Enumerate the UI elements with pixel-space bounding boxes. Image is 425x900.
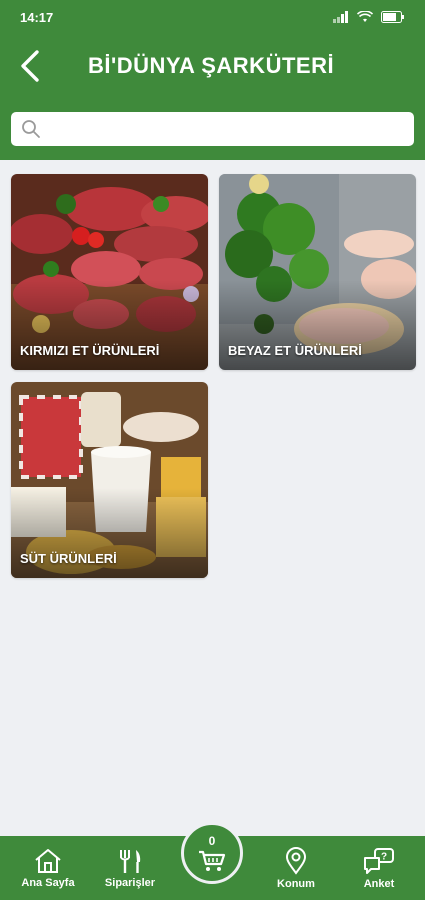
survey-chat-icon: ? — [364, 847, 394, 874]
search-input[interactable] — [49, 114, 414, 144]
back-button[interactable] — [0, 34, 60, 98]
nav-home[interactable]: Ana Sayfa — [8, 836, 88, 900]
nav-survey[interactable]: ? Anket — [339, 836, 419, 900]
search-icon — [22, 120, 40, 138]
bottom-navigation: Ana Sayfa Siparişler 0 Konum ? Anket — [0, 822, 425, 900]
nav-survey-label: Anket — [363, 877, 395, 890]
nav-orders-label: Siparişler — [104, 876, 156, 889]
search-bar — [0, 98, 425, 160]
category-card-white-meat[interactable]: BEYAZ ET ÜRÜNLERİ — [219, 174, 416, 370]
nav-home-label: Ana Sayfa — [21, 876, 75, 889]
category-label: KIRMIZI ET ÜRÜNLERİ — [20, 343, 160, 358]
page-title: Bİ'DÜNYA ŞARKÜTERİ — [88, 53, 335, 78]
svg-text:?: ? — [381, 851, 387, 862]
category-card-dairy[interactable]: SÜT ÜRÜNLERİ — [11, 382, 208, 578]
cart-count-badge: 0 — [208, 834, 216, 848]
category-label: SÜT ÜRÜNLERİ — [20, 551, 117, 566]
nav-location[interactable]: Konum — [256, 836, 336, 900]
category-card-red-meat[interactable]: KIRMIZI ET ÜRÜNLERİ — [11, 174, 208, 370]
cutlery-icon — [120, 849, 141, 873]
cart-button[interactable]: 0 — [181, 822, 243, 884]
status-bar: 14:17 — [0, 0, 425, 34]
nav-location-label: Konum — [277, 877, 315, 890]
cart-icon — [199, 850, 226, 871]
location-pin-icon — [285, 846, 307, 875]
status-time: 14:17 — [20, 9, 54, 25]
signal-icon — [333, 11, 348, 23]
wifi-icon — [357, 11, 373, 22]
home-icon — [35, 848, 61, 873]
search-box[interactable] — [11, 112, 414, 146]
status-icons — [333, 11, 405, 23]
category-label: BEYAZ ET ÜRÜNLERİ — [228, 343, 362, 358]
nav-orders[interactable]: Siparişler — [90, 836, 170, 900]
back-arrow-icon — [21, 50, 39, 82]
app-header: Bİ'DÜNYA ŞARKÜTERİ — [0, 34, 425, 98]
battery-icon — [381, 11, 404, 23]
